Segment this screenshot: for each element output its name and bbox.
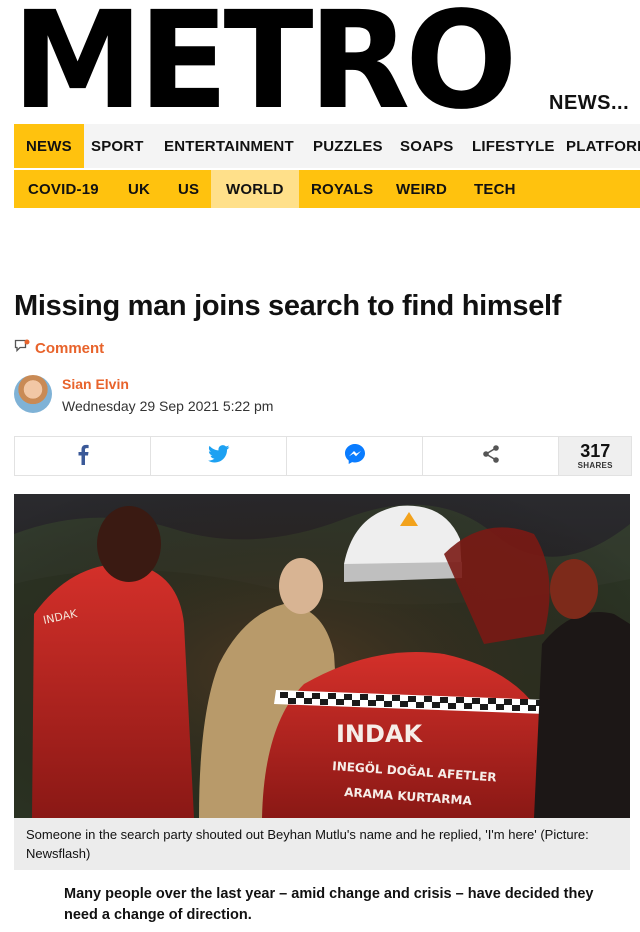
twitter-share-button[interactable] [151, 437, 288, 475]
nav-item-platform[interactable]: PLATFORM [566, 124, 640, 168]
article-body-paragraph: Many people over the last year – amid ch… [64, 886, 594, 923]
nav-item-royals[interactable]: ROYALS [311, 170, 373, 208]
article-headline: Missing man joins search to find himself [14, 290, 562, 322]
messenger-share-button[interactable] [287, 437, 424, 475]
nav-item-news[interactable]: NEWS [14, 124, 84, 168]
primary-nav: NEWS SPORT ENTERTAINMENT PUZZLES SOAPS L… [14, 124, 640, 168]
generic-share-button[interactable] [423, 437, 560, 475]
nav-item-lifestyle[interactable]: LIFESTYLE [472, 124, 555, 168]
metro-logo[interactable]: METRO [12, 0, 517, 128]
author-avatar[interactable] [14, 375, 52, 413]
facebook-icon [77, 443, 89, 470]
nav-item-uk[interactable]: UK [128, 170, 150, 208]
nav-item-world[interactable]: WORLD [211, 170, 299, 208]
article-main-image[interactable]: INDAK INDAK INEGÖL DOĞAL AFETLER ARAMA K… [14, 494, 630, 818]
share-count-label: SHARES [577, 461, 613, 470]
share-count-number: 317 [580, 441, 611, 461]
nav-item-soaps[interactable]: SOAPS [400, 124, 454, 168]
section-tagline: NEWS... [549, 92, 630, 114]
share-icon [481, 444, 501, 469]
nav-item-weird[interactable]: WEIRD [396, 170, 447, 208]
facebook-share-button[interactable] [15, 437, 152, 475]
messenger-icon [344, 443, 366, 470]
nav-item-puzzles[interactable]: PUZZLES [313, 124, 383, 168]
image-caption: Someone in the search party shouted out … [14, 818, 630, 870]
author-name[interactable]: Sian Elvin [62, 376, 129, 392]
nav-item-entertainment[interactable]: ENTERTAINMENT [164, 124, 294, 168]
nav-item-tech[interactable]: TECH [474, 170, 516, 208]
secondary-nav: COVID-19 UK US WORLD ROYALS WEIRD TECH [14, 170, 640, 208]
comment-link[interactable]: Comment [14, 339, 104, 357]
twitter-icon [207, 444, 230, 468]
publish-date: Wednesday 29 Sep 2021 5:22 pm [62, 398, 274, 414]
share-count: 317 SHARES [559, 437, 631, 475]
nav-item-covid-19[interactable]: COVID-19 [28, 170, 99, 208]
comment-icon [14, 339, 30, 357]
svg-text:INDAK: INDAK [336, 720, 424, 748]
share-bar: 317 SHARES [14, 436, 632, 476]
comment-label: Comment [35, 339, 105, 357]
nav-item-us[interactable]: US [178, 170, 199, 208]
nav-item-sport[interactable]: SPORT [91, 124, 144, 168]
